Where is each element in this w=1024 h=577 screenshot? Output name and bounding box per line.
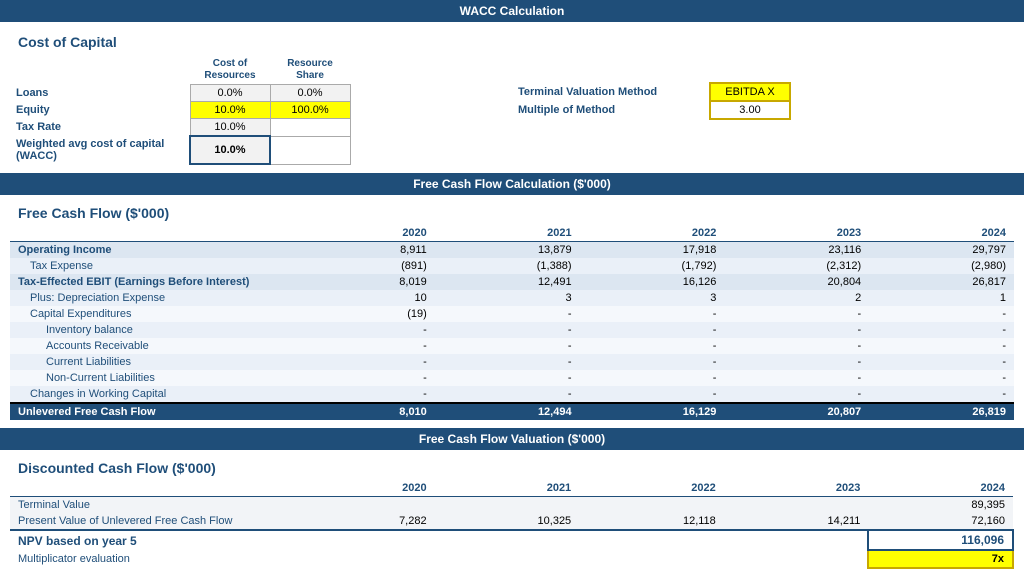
fcf-row-operating-income: Operating Income 8,911 13,879 17,918 23,… — [10, 242, 1014, 259]
fcf-row-ebit: Tax-Effected EBIT (Earnings Before Inter… — [10, 274, 1014, 290]
valuation-subheader: Discounted Cash Flow ($'000) — [10, 454, 1014, 480]
fcf-row-total: Unlevered Free Cash Flow 8,010 12,494 16… — [10, 403, 1014, 420]
wacc-row-equity: Equity 10.0% 100.0% — [10, 102, 350, 119]
multiple-method-row: Multiple of Method 3.00 — [510, 101, 790, 119]
fcf-row-noncurrent-liab: Non-Current Liabilities - - - - - — [10, 370, 1014, 386]
fcf-row-capex: Capital Expenditures (19) - - - - — [10, 306, 1014, 322]
valuation-header: Free Cash Flow Valuation ($'000) — [0, 428, 1024, 450]
fcf-header: Free Cash Flow Calculation ($'000) — [0, 173, 1024, 195]
fcf-row-working-capital: Changes in Working Capital - - - - - — [10, 386, 1014, 403]
fcf-row-tax-expense: Tax Expense (891) (1,388) (1,792) (2,312… — [10, 258, 1014, 274]
wacc-row-loans: Loans 0.0% 0.0% — [10, 85, 350, 102]
val-row-mult: Multiplicator evaluation 7x — [10, 550, 1013, 568]
terminal-method-row: Terminal Valuation Method EBITDA X — [510, 83, 790, 101]
fcf-subheader: Free Cash Flow ($'000) — [10, 199, 1014, 225]
wacc-row-taxrate: Tax Rate 10.0% — [10, 119, 350, 137]
val-year-header: 2020 2021 2022 2023 2024 — [10, 480, 1013, 497]
val-row-npv: NPV based on year 5 116,096 — [10, 530, 1013, 550]
wacc-row-wacc: Weighted avg cost of capital (WACC) 10.0… — [10, 136, 350, 164]
col-header-cost: Cost ofResources — [190, 56, 270, 85]
fcf-year-header: 2020 2021 2022 2023 2024 — [10, 225, 1014, 242]
fcf-row-ar: Accounts Receivable - - - - - — [10, 338, 1014, 354]
fcf-row-depreciation: Plus: Depreciation Expense 10 3 3 2 1 — [10, 290, 1014, 306]
wacc-subheader: Cost of Capital — [10, 28, 1014, 54]
fcf-row-current-liab: Current Liabilities - - - - - — [10, 354, 1014, 370]
wacc-header: WACC Calculation — [0, 0, 1024, 22]
col-header-share: ResourceShare — [270, 56, 350, 85]
val-row-pv: Present Value of Unlevered Free Cash Flo… — [10, 513, 1013, 530]
fcf-row-inventory: Inventory balance - - - - - — [10, 322, 1014, 338]
val-row-terminal: Terminal Value 89,395 — [10, 497, 1013, 514]
